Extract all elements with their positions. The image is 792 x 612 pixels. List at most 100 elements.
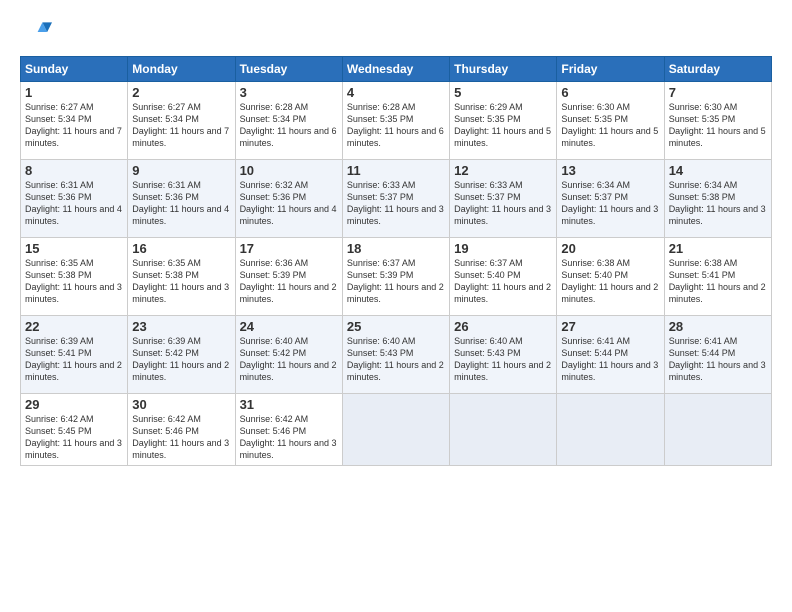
- cell-details: Sunrise: 6:27 AMSunset: 5:34 PMDaylight:…: [132, 101, 230, 150]
- calendar-cell: [450, 394, 557, 466]
- day-number: 29: [25, 397, 123, 412]
- calendar-cell: 23Sunrise: 6:39 AMSunset: 5:42 PMDayligh…: [128, 316, 235, 394]
- calendar-cell: 12Sunrise: 6:33 AMSunset: 5:37 PMDayligh…: [450, 160, 557, 238]
- day-number: 18: [347, 241, 445, 256]
- cell-details: Sunrise: 6:36 AMSunset: 5:39 PMDaylight:…: [240, 257, 338, 306]
- cell-details: Sunrise: 6:40 AMSunset: 5:43 PMDaylight:…: [454, 335, 552, 384]
- calendar-cell: 7Sunrise: 6:30 AMSunset: 5:35 PMDaylight…: [664, 82, 771, 160]
- cell-details: Sunrise: 6:41 AMSunset: 5:44 PMDaylight:…: [561, 335, 659, 384]
- calendar-cell: [342, 394, 449, 466]
- cell-details: Sunrise: 6:38 AMSunset: 5:40 PMDaylight:…: [561, 257, 659, 306]
- cell-details: Sunrise: 6:39 AMSunset: 5:41 PMDaylight:…: [25, 335, 123, 384]
- calendar-week-row: 15Sunrise: 6:35 AMSunset: 5:38 PMDayligh…: [21, 238, 772, 316]
- calendar-header-sunday: Sunday: [21, 57, 128, 82]
- day-number: 27: [561, 319, 659, 334]
- cell-details: Sunrise: 6:33 AMSunset: 5:37 PMDaylight:…: [454, 179, 552, 228]
- day-number: 25: [347, 319, 445, 334]
- cell-details: Sunrise: 6:34 AMSunset: 5:37 PMDaylight:…: [561, 179, 659, 228]
- calendar-cell: 26Sunrise: 6:40 AMSunset: 5:43 PMDayligh…: [450, 316, 557, 394]
- day-number: 4: [347, 85, 445, 100]
- calendar-cell: 14Sunrise: 6:34 AMSunset: 5:38 PMDayligh…: [664, 160, 771, 238]
- calendar-week-row: 29Sunrise: 6:42 AMSunset: 5:45 PMDayligh…: [21, 394, 772, 466]
- cell-details: Sunrise: 6:37 AMSunset: 5:40 PMDaylight:…: [454, 257, 552, 306]
- day-number: 13: [561, 163, 659, 178]
- calendar-week-row: 8Sunrise: 6:31 AMSunset: 5:36 PMDaylight…: [21, 160, 772, 238]
- calendar-cell: 11Sunrise: 6:33 AMSunset: 5:37 PMDayligh…: [342, 160, 449, 238]
- calendar-cell: 25Sunrise: 6:40 AMSunset: 5:43 PMDayligh…: [342, 316, 449, 394]
- calendar-cell: [664, 394, 771, 466]
- calendar-cell: 16Sunrise: 6:35 AMSunset: 5:38 PMDayligh…: [128, 238, 235, 316]
- cell-details: Sunrise: 6:34 AMSunset: 5:38 PMDaylight:…: [669, 179, 767, 228]
- header: [20, 16, 772, 48]
- calendar-cell: 1Sunrise: 6:27 AMSunset: 5:34 PMDaylight…: [21, 82, 128, 160]
- calendar-cell: [557, 394, 664, 466]
- day-number: 11: [347, 163, 445, 178]
- calendar-cell: 13Sunrise: 6:34 AMSunset: 5:37 PMDayligh…: [557, 160, 664, 238]
- calendar-header-tuesday: Tuesday: [235, 57, 342, 82]
- cell-details: Sunrise: 6:27 AMSunset: 5:34 PMDaylight:…: [25, 101, 123, 150]
- calendar-header-wednesday: Wednesday: [342, 57, 449, 82]
- day-number: 26: [454, 319, 552, 334]
- calendar-header-saturday: Saturday: [664, 57, 771, 82]
- day-number: 3: [240, 85, 338, 100]
- calendar-cell: 17Sunrise: 6:36 AMSunset: 5:39 PMDayligh…: [235, 238, 342, 316]
- cell-details: Sunrise: 6:38 AMSunset: 5:41 PMDaylight:…: [669, 257, 767, 306]
- calendar-cell: 3Sunrise: 6:28 AMSunset: 5:34 PMDaylight…: [235, 82, 342, 160]
- day-number: 16: [132, 241, 230, 256]
- cell-details: Sunrise: 6:42 AMSunset: 5:45 PMDaylight:…: [25, 413, 123, 462]
- calendar-header-thursday: Thursday: [450, 57, 557, 82]
- calendar-header-monday: Monday: [128, 57, 235, 82]
- calendar-cell: 15Sunrise: 6:35 AMSunset: 5:38 PMDayligh…: [21, 238, 128, 316]
- calendar-cell: 31Sunrise: 6:42 AMSunset: 5:46 PMDayligh…: [235, 394, 342, 466]
- cell-details: Sunrise: 6:40 AMSunset: 5:43 PMDaylight:…: [347, 335, 445, 384]
- cell-details: Sunrise: 6:41 AMSunset: 5:44 PMDaylight:…: [669, 335, 767, 384]
- day-number: 6: [561, 85, 659, 100]
- cell-details: Sunrise: 6:31 AMSunset: 5:36 PMDaylight:…: [25, 179, 123, 228]
- cell-details: Sunrise: 6:37 AMSunset: 5:39 PMDaylight:…: [347, 257, 445, 306]
- day-number: 10: [240, 163, 338, 178]
- day-number: 31: [240, 397, 338, 412]
- calendar-cell: 10Sunrise: 6:32 AMSunset: 5:36 PMDayligh…: [235, 160, 342, 238]
- calendar-cell: 8Sunrise: 6:31 AMSunset: 5:36 PMDaylight…: [21, 160, 128, 238]
- day-number: 28: [669, 319, 767, 334]
- logo-icon: [20, 16, 52, 48]
- calendar-cell: 21Sunrise: 6:38 AMSunset: 5:41 PMDayligh…: [664, 238, 771, 316]
- calendar-week-row: 1Sunrise: 6:27 AMSunset: 5:34 PMDaylight…: [21, 82, 772, 160]
- calendar-cell: 4Sunrise: 6:28 AMSunset: 5:35 PMDaylight…: [342, 82, 449, 160]
- day-number: 22: [25, 319, 123, 334]
- cell-details: Sunrise: 6:40 AMSunset: 5:42 PMDaylight:…: [240, 335, 338, 384]
- cell-details: Sunrise: 6:42 AMSunset: 5:46 PMDaylight:…: [240, 413, 338, 462]
- calendar-cell: 5Sunrise: 6:29 AMSunset: 5:35 PMDaylight…: [450, 82, 557, 160]
- calendar-week-row: 22Sunrise: 6:39 AMSunset: 5:41 PMDayligh…: [21, 316, 772, 394]
- calendar-table: SundayMondayTuesdayWednesdayThursdayFrid…: [20, 56, 772, 466]
- day-number: 17: [240, 241, 338, 256]
- day-number: 12: [454, 163, 552, 178]
- day-number: 21: [669, 241, 767, 256]
- calendar-cell: 27Sunrise: 6:41 AMSunset: 5:44 PMDayligh…: [557, 316, 664, 394]
- calendar-cell: 18Sunrise: 6:37 AMSunset: 5:39 PMDayligh…: [342, 238, 449, 316]
- day-number: 2: [132, 85, 230, 100]
- calendar-cell: 29Sunrise: 6:42 AMSunset: 5:45 PMDayligh…: [21, 394, 128, 466]
- calendar-header-friday: Friday: [557, 57, 664, 82]
- calendar-cell: 6Sunrise: 6:30 AMSunset: 5:35 PMDaylight…: [557, 82, 664, 160]
- cell-details: Sunrise: 6:35 AMSunset: 5:38 PMDaylight:…: [132, 257, 230, 306]
- day-number: 19: [454, 241, 552, 256]
- cell-details: Sunrise: 6:31 AMSunset: 5:36 PMDaylight:…: [132, 179, 230, 228]
- cell-details: Sunrise: 6:33 AMSunset: 5:37 PMDaylight:…: [347, 179, 445, 228]
- cell-details: Sunrise: 6:28 AMSunset: 5:34 PMDaylight:…: [240, 101, 338, 150]
- day-number: 20: [561, 241, 659, 256]
- calendar-cell: 22Sunrise: 6:39 AMSunset: 5:41 PMDayligh…: [21, 316, 128, 394]
- day-number: 5: [454, 85, 552, 100]
- cell-details: Sunrise: 6:30 AMSunset: 5:35 PMDaylight:…: [561, 101, 659, 150]
- day-number: 1: [25, 85, 123, 100]
- calendar-cell: 9Sunrise: 6:31 AMSunset: 5:36 PMDaylight…: [128, 160, 235, 238]
- cell-details: Sunrise: 6:30 AMSunset: 5:35 PMDaylight:…: [669, 101, 767, 150]
- logo: [20, 16, 56, 48]
- day-number: 14: [669, 163, 767, 178]
- cell-details: Sunrise: 6:32 AMSunset: 5:36 PMDaylight:…: [240, 179, 338, 228]
- day-number: 9: [132, 163, 230, 178]
- cell-details: Sunrise: 6:35 AMSunset: 5:38 PMDaylight:…: [25, 257, 123, 306]
- calendar-cell: 19Sunrise: 6:37 AMSunset: 5:40 PMDayligh…: [450, 238, 557, 316]
- calendar-cell: 20Sunrise: 6:38 AMSunset: 5:40 PMDayligh…: [557, 238, 664, 316]
- page: SundayMondayTuesdayWednesdayThursdayFrid…: [0, 0, 792, 612]
